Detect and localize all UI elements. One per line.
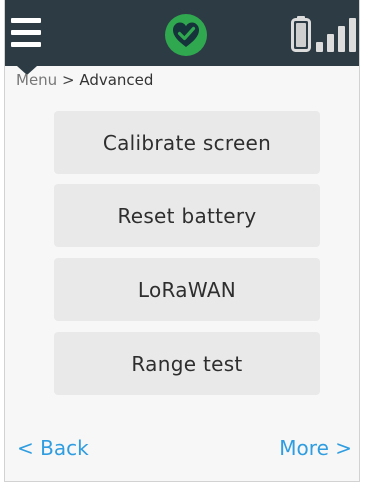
battery-icon: [291, 16, 311, 52]
breadcrumb-separator: >: [61, 71, 75, 89]
heart-check-icon: [165, 14, 207, 56]
hamburger-menu-icon[interactable]: [11, 16, 45, 50]
breadcrumb-root[interactable]: Menu: [16, 71, 57, 89]
breadcrumb: Menu > Advanced: [16, 71, 153, 89]
more-link[interactable]: More >: [279, 436, 352, 460]
breadcrumb-current: Advanced: [79, 71, 154, 89]
back-link[interactable]: < Back: [17, 436, 89, 460]
reset-battery-button[interactable]: Reset battery: [54, 184, 320, 247]
device-screen: Menu > Advanced Calibrate screen Reset b…: [4, 0, 360, 482]
top-bar: [5, 0, 359, 66]
calibrate-screen-button[interactable]: Calibrate screen: [54, 111, 320, 174]
signal-bars-icon: [316, 18, 356, 52]
lorawan-button[interactable]: LoRaWAN: [54, 258, 320, 321]
range-test-button[interactable]: Range test: [54, 332, 320, 395]
